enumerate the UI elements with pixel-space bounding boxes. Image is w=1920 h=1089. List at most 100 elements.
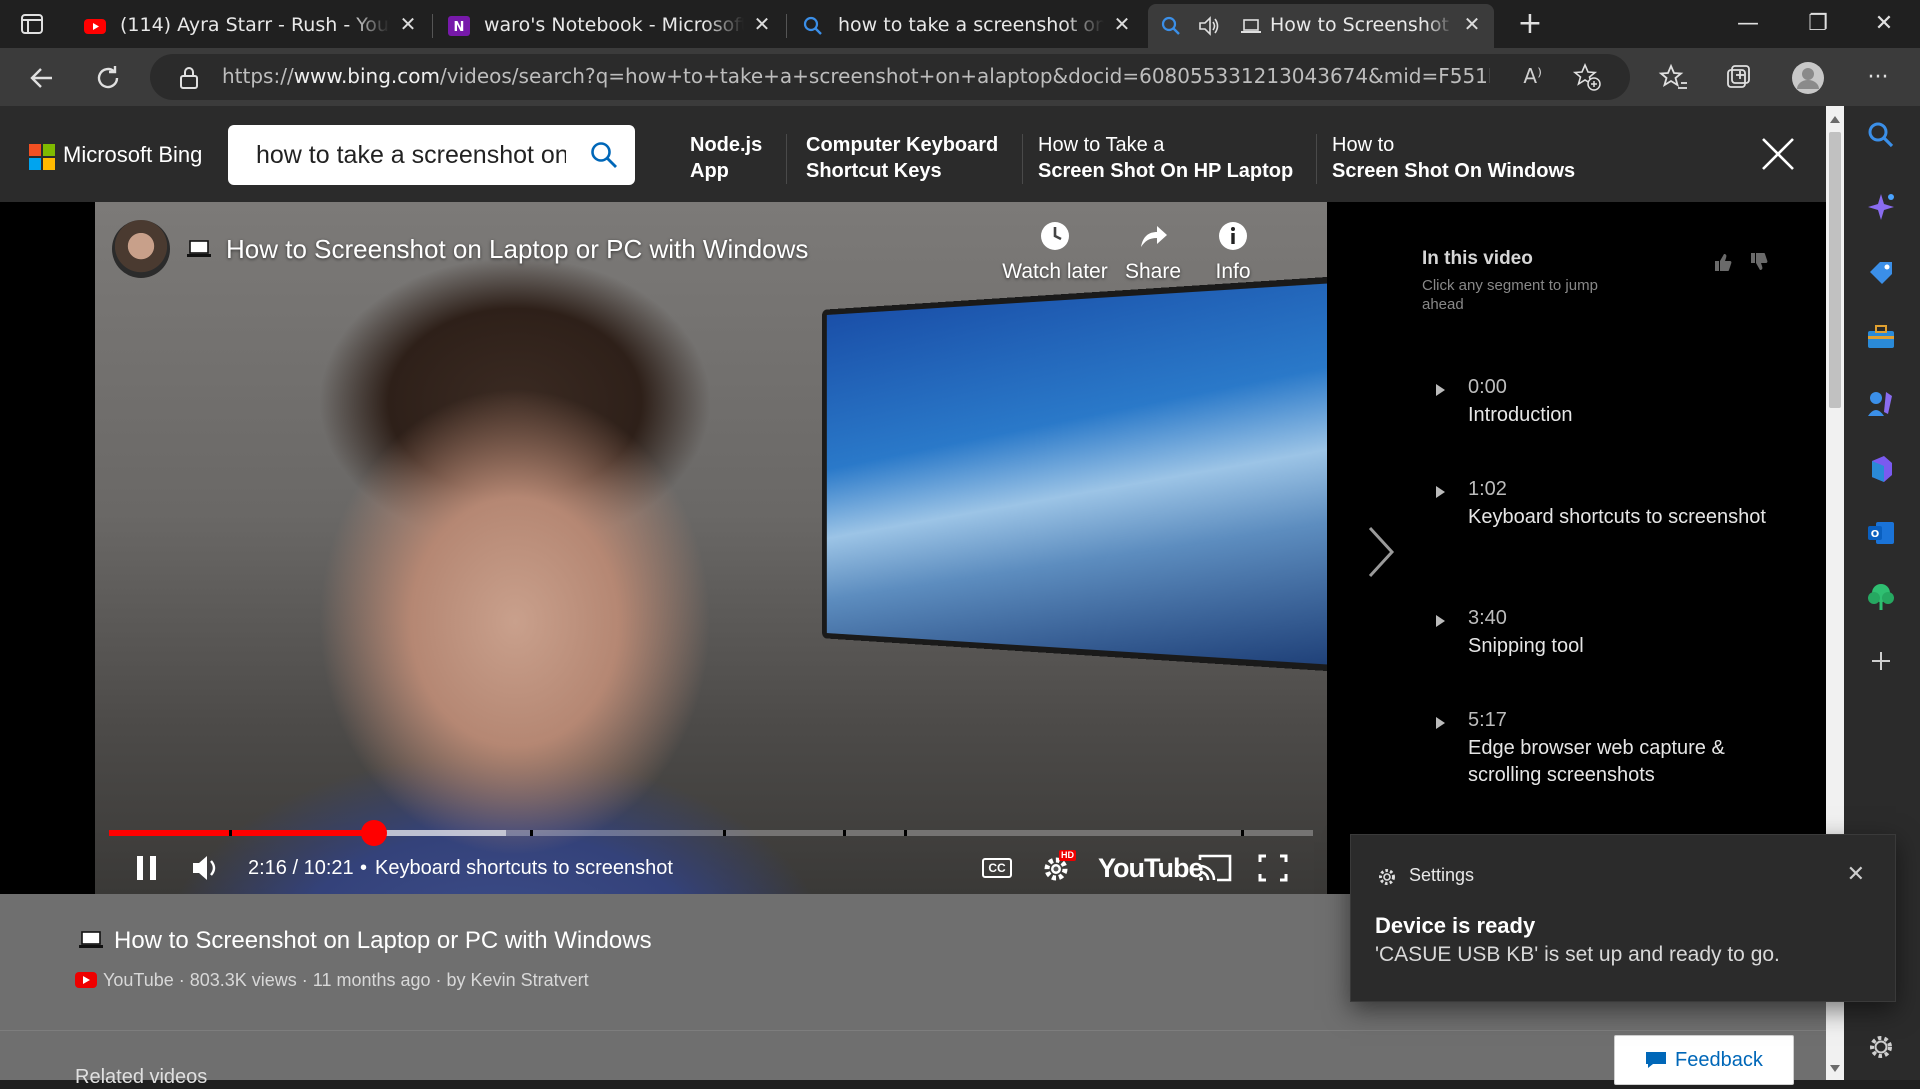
- close-tab-icon[interactable]: ✕: [396, 12, 420, 36]
- tab-onenote[interactable]: N waro's Notebook - Microsoft OneNote ✕: [434, 4, 784, 48]
- microsoft-365-icon[interactable]: [1864, 452, 1898, 486]
- feedback-button[interactable]: Feedback: [1614, 1035, 1794, 1085]
- divider: [1316, 134, 1317, 184]
- audio-playing-icon[interactable]: [1198, 15, 1220, 37]
- search-icon[interactable]: [589, 140, 619, 170]
- back-icon[interactable]: [24, 60, 60, 96]
- outlook-icon[interactable]: O: [1864, 516, 1898, 550]
- add-favorite-icon[interactable]: [1572, 62, 1602, 92]
- video-title[interactable]: How to Screenshot on Laptop or PC with W…: [226, 234, 808, 265]
- system-notification[interactable]: Settings ✕ Device is ready 'CASUE USB KB…: [1350, 834, 1896, 1002]
- chapter-marker: [530, 830, 534, 836]
- video-player[interactable]: How to Screenshot on Laptop or PC with W…: [95, 202, 1327, 894]
- scroll-down-icon[interactable]: [1830, 1065, 1840, 1072]
- tab-youtube[interactable]: (114) Ayra Starr - Rush - YouTube ✕: [70, 4, 430, 48]
- chapters-header: In this video Click any segment to jump …: [1422, 248, 1632, 314]
- close-tab-icon[interactable]: ✕: [1110, 12, 1134, 36]
- profile-avatar[interactable]: [1790, 60, 1826, 96]
- drop-tree-icon[interactable]: [1864, 580, 1898, 614]
- channel-avatar[interactable]: [112, 220, 170, 278]
- share-label: Share: [1124, 260, 1182, 283]
- more-menu-icon[interactable]: ···: [1860, 60, 1896, 96]
- chapter-name: Edge browser web capture & scrolling scr…: [1468, 737, 1725, 786]
- svg-text:O: O: [1871, 529, 1880, 540]
- laptop-icon: [79, 931, 103, 948]
- related-search-windows[interactable]: How to Screen Shot On Windows: [1332, 132, 1575, 184]
- search-box[interactable]: [228, 125, 635, 185]
- tab-title: waro's Notebook - Microsoft OneNote: [484, 14, 744, 36]
- url-text[interactable]: https://www.bing.com/videos/search?q=how…: [222, 64, 1490, 88]
- youtube-logo[interactable]: YouTube: [1098, 850, 1203, 886]
- search-input[interactable]: [256, 138, 566, 172]
- refresh-icon[interactable]: [90, 60, 126, 96]
- tab-active-video[interactable]: How to Screenshot on Laptop or PC with W…: [1148, 4, 1494, 48]
- related-line-2: App: [690, 160, 729, 182]
- thumbs-down-icon: [1751, 253, 1768, 270]
- settings-button[interactable]: HD: [1041, 850, 1077, 886]
- minimize-button[interactable]: —: [1720, 6, 1776, 42]
- related-line-2: Screen Shot On Windows: [1332, 160, 1576, 182]
- related-line-2: Screen Shot On HP Laptop: [1038, 160, 1294, 182]
- chevron-right-icon[interactable]: [1360, 522, 1400, 582]
- chapter-item[interactable]: 5:17 Edge browser web capture & scrollin…: [1422, 709, 1802, 799]
- tab-separator: [432, 14, 433, 38]
- gear-icon: [1379, 869, 1395, 885]
- collections-icon[interactable]: [1720, 60, 1756, 96]
- url-scheme: https://: [222, 64, 294, 88]
- tab-actions-icon[interactable]: [18, 10, 46, 38]
- progress-bar[interactable]: [109, 820, 1313, 846]
- volume-icon[interactable]: [191, 850, 221, 886]
- related-videos-heading: Related videos: [75, 1066, 208, 1088]
- new-tab-button[interactable]: +: [1512, 8, 1548, 44]
- progress-played: [109, 830, 374, 836]
- info-title-text: How to Screenshot on Laptop or PC with W…: [114, 927, 652, 954]
- copilot-sparkle-icon[interactable]: [1864, 190, 1898, 224]
- close-icon[interactable]: [1760, 136, 1796, 172]
- svg-text:N: N: [454, 20, 465, 35]
- video-frame-monitor: [822, 274, 1327, 674]
- scroll-up-icon[interactable]: [1830, 116, 1840, 123]
- tools-briefcase-icon[interactable]: [1864, 320, 1898, 354]
- address-bar[interactable]: https://www.bing.com/videos/search?q=how…: [150, 54, 1630, 100]
- video-source[interactable]: YouTube: [103, 970, 174, 990]
- gear-icon[interactable]: [1864, 1030, 1898, 1064]
- search-icon[interactable]: [1864, 118, 1898, 152]
- scrollbar-thumb[interactable]: [1829, 132, 1841, 408]
- watch-later-button[interactable]: Watch later: [1000, 220, 1110, 284]
- restore-button[interactable]: ❐: [1790, 6, 1846, 42]
- related-search-nodejs[interactable]: Node.js App: [690, 132, 762, 184]
- chapter-item[interactable]: 0:00 Introduction: [1422, 376, 1802, 446]
- close-window-button[interactable]: ✕: [1856, 6, 1912, 42]
- close-tab-icon[interactable]: ✕: [1460, 12, 1484, 36]
- video-meta: YouTube · 803.3K views · 11 months ago ·…: [75, 970, 589, 991]
- favorites-icon[interactable]: [1656, 60, 1692, 96]
- add-icon[interactable]: [1864, 644, 1898, 678]
- close-icon[interactable]: ✕: [1847, 861, 1865, 887]
- close-tab-icon[interactable]: ✕: [750, 12, 774, 36]
- related-line-1: How to Take a: [1038, 134, 1165, 156]
- chapter-item[interactable]: 1:02 Keyboard shortcuts to screenshot: [1422, 478, 1802, 568]
- related-search-hp-laptop[interactable]: How to Take a Screen Shot On HP Laptop: [1038, 132, 1293, 184]
- captions-button[interactable]: CC: [982, 850, 1014, 886]
- url-path: /videos/search?q=how+to+take+a+screensho…: [440, 64, 1490, 88]
- tab-bing-search[interactable]: how to take a screenshot on alaptop ✕: [788, 4, 1144, 48]
- shopping-tag-icon[interactable]: [1864, 256, 1898, 290]
- info-button[interactable]: Info: [1178, 220, 1288, 284]
- thumbs-up-icon[interactable]: [1712, 252, 1772, 272]
- time-display: 2:16 / 10:21: [248, 857, 354, 879]
- read-aloud-icon[interactable]: A⁾: [1523, 64, 1542, 88]
- lock-icon[interactable]: [178, 66, 200, 90]
- cast-icon[interactable]: [1197, 850, 1233, 886]
- games-icon[interactable]: [1864, 386, 1898, 420]
- pause-icon[interactable]: [133, 850, 161, 886]
- play-icon: [1436, 486, 1445, 498]
- chapter-item[interactable]: 3:40 Snipping tool: [1422, 607, 1802, 677]
- video-stats: · 803.3K views · 11 months ago · by Kevi…: [178, 970, 589, 990]
- chapters-subheading: Click any segment to jump ahead: [1422, 277, 1598, 313]
- play-icon: [1436, 615, 1445, 627]
- fullscreen-icon[interactable]: [1257, 850, 1289, 886]
- divider: [1022, 134, 1023, 184]
- related-search-keyboard-shortcuts[interactable]: Computer Keyboard Shortcut Keys: [806, 132, 998, 184]
- current-chapter-label[interactable]: Keyboard shortcuts to screenshot: [375, 850, 673, 886]
- info-title[interactable]: How to Screenshot on Laptop or PC with W…: [78, 927, 652, 955]
